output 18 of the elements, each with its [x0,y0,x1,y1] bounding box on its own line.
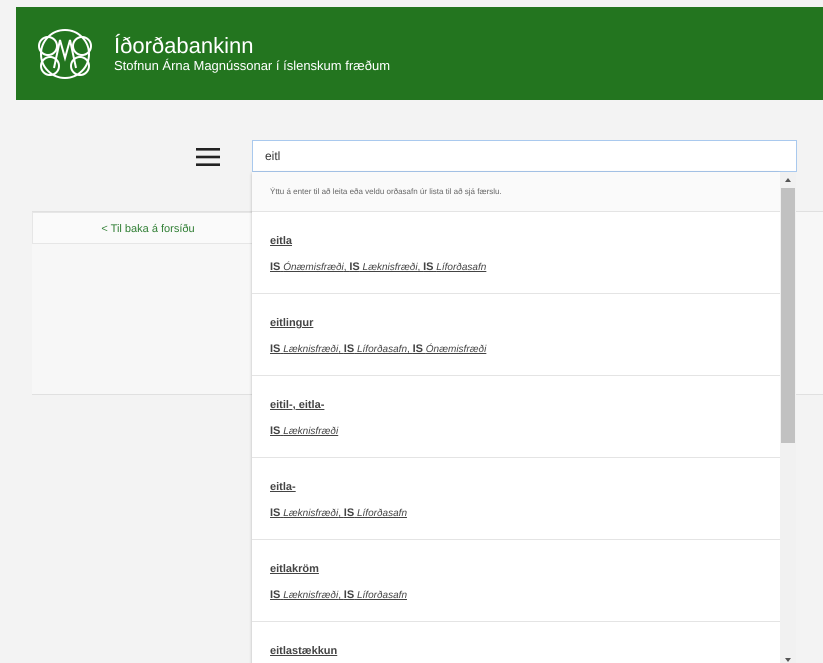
term-link[interactable]: eitlingur [270,317,314,329]
site-subtitle: Stofnun Árna Magnússonar í íslenskum fræðum [114,58,390,73]
scroll-up-icon[interactable] [784,176,792,184]
source-links[interactable]: IS Læknisfræði, IS Líforðasafn [270,589,408,601]
term-link[interactable]: eitla [270,235,292,247]
term-link[interactable]: eitil-, eitla- [270,399,324,411]
dropdown-hint: Ýttu á enter til að leita eða veldu orðasafn úr lista til að sjá færslu. [252,172,780,212]
source-links[interactable]: IS Læknisfræði [270,425,338,437]
menu-icon[interactable] [196,147,220,167]
term-link[interactable]: eitla- [270,481,296,493]
scroll-down-icon[interactable] [784,656,792,663]
source-links[interactable]: IS Læknisfræði, IS Líforðasafn [270,507,408,519]
term-link[interactable]: eitlakröm [270,563,319,575]
term-link[interactable]: eitlastækkun [270,645,338,657]
source-links[interactable]: IS Ónæmisfræði, IS Læknisfræði, IS Líforðasafn [270,261,486,273]
search-field[interactable]: eitl [252,140,797,172]
site-title: Íðorðabankinn [114,34,254,58]
source-links[interactable]: IS Læknisfræði, IS Líforðasafn, IS Ónæmisfræði [270,343,486,355]
